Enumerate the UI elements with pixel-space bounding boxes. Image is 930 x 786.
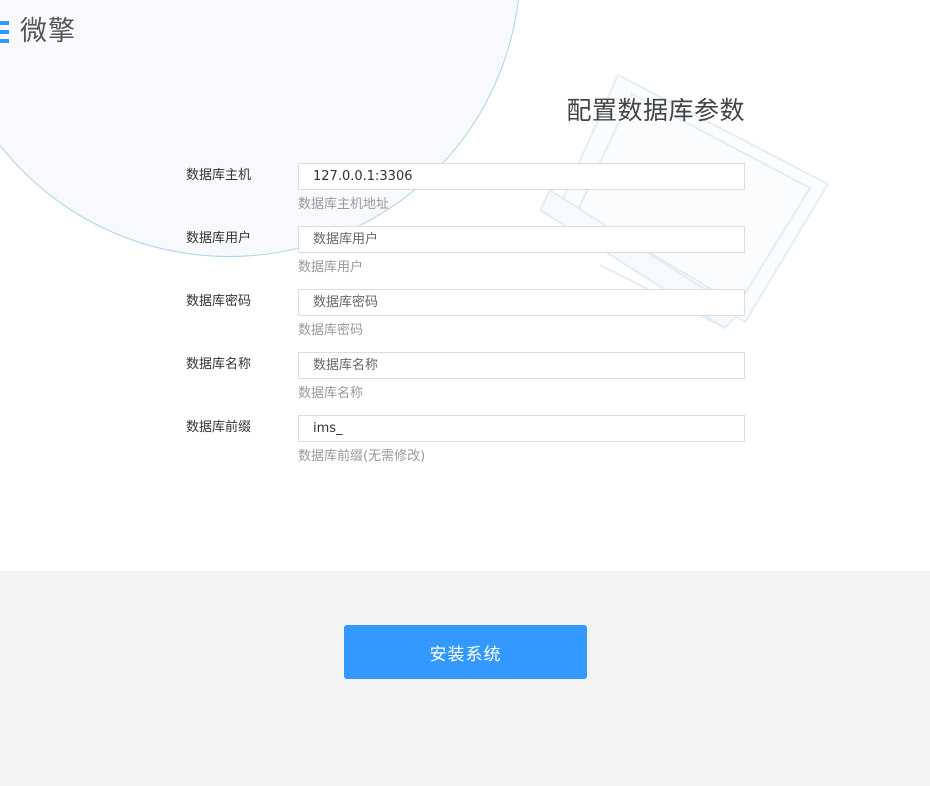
content-area: 微擎 配置数据库参数 数据库主机 数据库主机地址 数据库用户 数据库用户 数据库… <box>0 0 930 571</box>
dbname-input[interactable] <box>298 352 745 379</box>
form-row-prefix: 数据库前缀 数据库前缀(无需修改) <box>186 415 746 475</box>
form-row-password: 数据库密码 数据库密码 <box>186 289 746 349</box>
prefix-hint: 数据库前缀(无需修改) <box>298 449 426 464</box>
form-row-user: 数据库用户 数据库用户 <box>186 226 746 286</box>
logo-icon <box>0 21 9 43</box>
dbname-hint: 数据库名称 <box>298 386 364 401</box>
user-hint: 数据库用户 <box>298 260 364 275</box>
dbname-label: 数据库名称 <box>186 357 252 372</box>
user-label: 数据库用户 <box>186 231 252 246</box>
brand-name: 微擎 <box>20 16 76 47</box>
prefix-input[interactable] <box>298 415 745 442</box>
password-label: 数据库密码 <box>186 294 252 309</box>
host-hint: 数据库主机地址 <box>298 197 390 212</box>
page-title: 配置数据库参数 <box>566 96 745 125</box>
host-input[interactable] <box>298 163 745 190</box>
prefix-label: 数据库前缀 <box>186 420 252 435</box>
password-hint: 数据库密码 <box>298 323 364 338</box>
brand: 微擎 <box>0 14 76 50</box>
form-row-dbname: 数据库名称 数据库名称 <box>186 352 746 412</box>
user-input[interactable] <box>298 226 745 253</box>
password-input[interactable] <box>298 289 745 316</box>
footer-bar: 安装系统 <box>0 571 930 786</box>
host-label: 数据库主机 <box>186 168 252 183</box>
install-button[interactable]: 安装系统 <box>344 625 587 679</box>
form-row-host: 数据库主机 数据库主机地址 <box>186 163 746 223</box>
